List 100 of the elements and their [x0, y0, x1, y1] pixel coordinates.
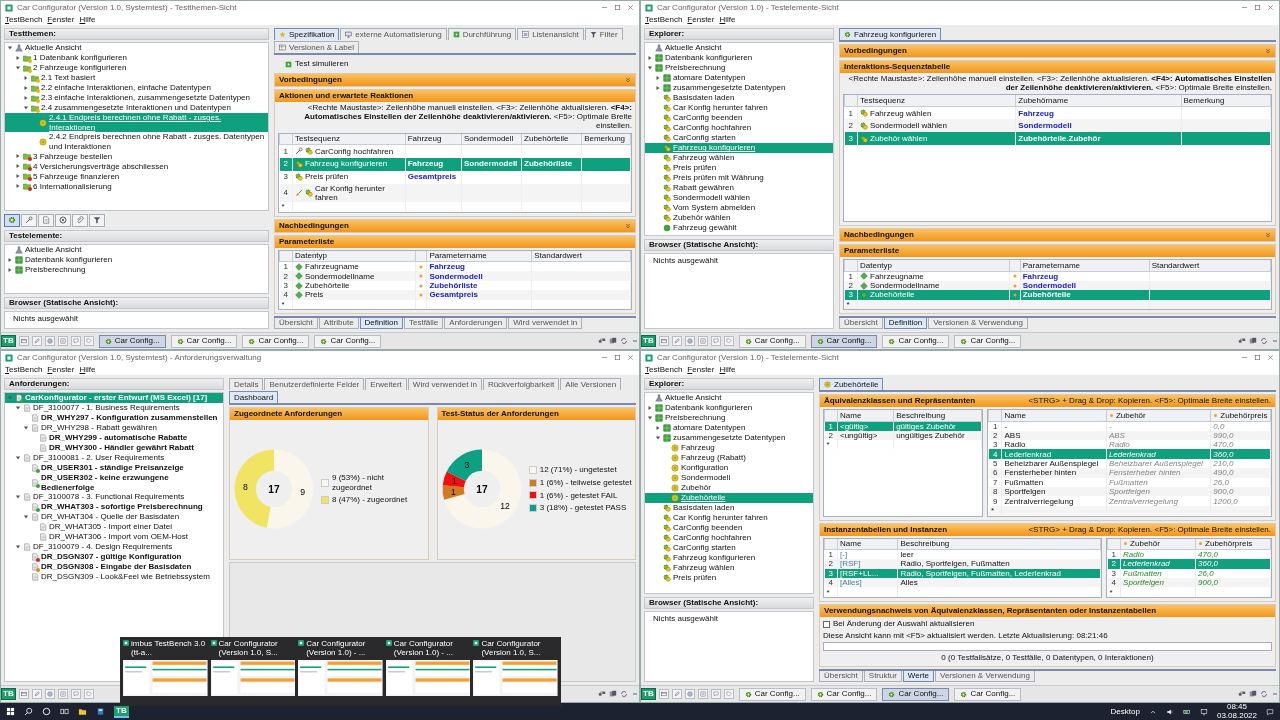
- tree-item[interactable]: Fahrzeug wählen: [645, 153, 833, 163]
- tree-item[interactable]: DR_WHY299 - automatische Rabatte: [5, 433, 223, 443]
- table-row[interactable]: 3 Preis prüfen Gesamtpreis: [279, 170, 631, 184]
- tab[interactable]: Details: [229, 378, 264, 390]
- tree-item[interactable]: Datenbank konfigurieren: [5, 254, 268, 265]
- tool-button[interactable]: [89, 213, 105, 227]
- tab[interactable]: Dashboard: [229, 391, 279, 403]
- tree-item[interactable]: Basisdaten laden: [645, 503, 813, 513]
- tab[interactable]: externe Automatisierung: [340, 28, 447, 40]
- table-row[interactable]: 2 Sondermodell wählen Sondermodell: [844, 119, 1271, 133]
- window-icon[interactable]: [18, 689, 29, 699]
- tab[interactable]: Rückverfolgbarkeit: [482, 378, 560, 390]
- toolbar-button[interactable]: Test simulieren: [282, 58, 352, 70]
- column-header[interactable]: Datentyp: [860, 260, 893, 270]
- tree-item[interactable]: Basisdaten laden: [645, 93, 833, 103]
- tab[interactable]: Wird verwendet in: [508, 318, 583, 329]
- input-field[interactable]: [823, 642, 1272, 652]
- tree-item[interactable]: 2.2 einfache Interaktionen, einfache Datentypen: [5, 83, 268, 93]
- taskbar-button[interactable]: Car Config...: [738, 334, 806, 348]
- expander-icon[interactable]: [647, 415, 653, 421]
- tree-item[interactable]: DF_3100078 - 3. Functional Requirements: [5, 492, 223, 503]
- tree-item[interactable]: CarConfig hochfahren: [645, 533, 813, 543]
- table-row[interactable]: 1 - - 0,0: [989, 421, 1271, 431]
- table-row[interactable]: 4 [Alles] Alles: [824, 578, 1101, 588]
- tree-item[interactable]: DR_DSGN307 - gültige Konfiguration: [5, 552, 223, 563]
- windows-icon[interactable]: [6, 707, 15, 716]
- taskbar-button[interactable]: Car Config...: [882, 334, 950, 348]
- tree-item[interactable]: 2.3 einfache Interaktionen, zusammengesetzte Datentypen: [5, 93, 268, 103]
- tool-button[interactable]: [4, 213, 20, 227]
- tab[interactable]: Erweitert: [365, 378, 407, 390]
- tab[interactable]: Definition: [883, 318, 928, 329]
- expander-icon[interactable]: [15, 544, 21, 551]
- tree-item[interactable]: Preisberechnung: [5, 264, 268, 275]
- expander-icon[interactable]: [23, 95, 29, 101]
- tree-item[interactable]: Preis prüfen mit Währung: [645, 173, 833, 183]
- expander-icon[interactable]: [647, 55, 653, 61]
- table-row[interactable]: 9 Zentralverriegelung Zentralverriegelung 1200,0: [989, 496, 1271, 506]
- expander-icon[interactable]: [23, 75, 29, 81]
- tree-item[interactable]: DR_WHAT305 - Import einer Datei: [5, 522, 223, 533]
- expander-icon[interactable]: [655, 425, 661, 431]
- tree-item[interactable]: Sondermodell wählen: [645, 193, 833, 203]
- taskbar-button[interactable]: Car Config...: [810, 687, 878, 701]
- tree-item[interactable]: DF_3100077 - 1. Business Requirements: [5, 403, 223, 413]
- folder-icon[interactable]: [78, 707, 87, 716]
- menu-item[interactable]: Fenster: [47, 14, 75, 25]
- tab[interactable]: Übersicht: [839, 318, 883, 329]
- tree-item[interactable]: Preisberechnung: [645, 413, 813, 423]
- menu-item[interactable]: Fenster: [47, 364, 75, 375]
- table-row[interactable]: 2 [RSF] Radio, Sportfelgen, Fußmatten: [824, 559, 1101, 569]
- tab[interactable]: Filter: [584, 28, 623, 40]
- tree-item[interactable]: 2 Fahrzeuge konfigurieren: [5, 63, 268, 73]
- taskbar-button[interactable]: Car Config...: [810, 334, 878, 348]
- checkbox[interactable]: [823, 620, 830, 628]
- expander-icon[interactable]: [23, 85, 29, 91]
- tree-item[interactable]: DR_WHAT306 - Import vom OEM-Host: [5, 532, 223, 543]
- tree-item[interactable]: CarConfig beenden: [645, 523, 813, 533]
- taskbar-button[interactable]: Car Config...: [954, 334, 1022, 348]
- tree-item[interactable]: 3 Fahrzeuge bestellen: [5, 151, 268, 162]
- tab[interactable]: Struktur: [863, 671, 902, 682]
- window-thumbnail-title[interactable]: Car Configurator (Version 1.0) - ...: [306, 640, 383, 658]
- tree-item[interactable]: DR_DSGN309 - Look&Feel wie Betriebssystem: [5, 572, 223, 583]
- expander-icon[interactable]: [15, 55, 21, 61]
- tree-item[interactable]: DR_WHAT303 - sofortige Preisberechnung: [5, 502, 223, 513]
- tree-item[interactable]: Aktuelle Ansicht: [645, 393, 813, 403]
- tab[interactable]: Fahrzeug konfigurieren: [839, 28, 942, 40]
- tree-item[interactable]: DR_WHY300 - Händler gewährt Rabatt: [5, 443, 223, 453]
- table-row[interactable]: 1 Fahrzeugname Fahrzeug: [844, 271, 1271, 281]
- tree-item[interactable]: 2.4 zusammengesetzte Interaktionen und Datentypen: [5, 103, 268, 113]
- window-icon[interactable]: [658, 336, 669, 346]
- menu-item[interactable]: TestBench: [5, 14, 43, 25]
- taskbar-button[interactable]: Car Config...: [738, 687, 806, 701]
- tree-item[interactable]: Fahrzeug konfigurieren: [645, 553, 813, 563]
- menu-item[interactable]: Hilfe: [719, 364, 736, 375]
- taskbar-button[interactable]: Car Config...: [98, 334, 166, 348]
- tab[interactable]: Durchführung: [447, 28, 517, 40]
- tree-item[interactable]: Fahrzeug gewählt: [645, 223, 833, 233]
- tree-item[interactable]: Aktuelle Ansicht: [5, 244, 268, 255]
- tree-item[interactable]: DR_WHY298 - Rabatt gewähren: [5, 423, 223, 433]
- table-row[interactable]: 4 Car Konfig herunter fahren: [279, 183, 631, 202]
- window-thumbnail-title[interactable]: Car Configurator (Version 1.0, S...: [481, 640, 558, 658]
- tree-item[interactable]: 5 Fahrzeuge finanzieren: [5, 171, 268, 182]
- tool-button[interactable]: [21, 213, 37, 227]
- expander-icon[interactable]: [23, 105, 29, 111]
- tab[interactable]: Testfälle: [403, 318, 444, 329]
- tree-item[interactable]: Preis prüfen: [645, 573, 813, 583]
- toolbar-label[interactable]: Desktop: [1110, 707, 1140, 716]
- tree-item[interactable]: Car Konfig herunter fahren: [645, 103, 833, 113]
- tool-button[interactable]: [72, 213, 88, 227]
- tree-item[interactable]: 4 Versicherungsverträge abschliessen: [5, 161, 268, 172]
- window-thumbnail-title[interactable]: Car Configurator (Version 1.0) - ...: [393, 640, 471, 658]
- expander-icon[interactable]: [647, 65, 653, 71]
- expander-icon[interactable]: [23, 514, 29, 521]
- tree-item[interactable]: CarConfig hochfahren: [645, 123, 833, 133]
- expander-icon[interactable]: [647, 405, 653, 411]
- expander-icon[interactable]: [7, 266, 13, 273]
- task-view-icon[interactable]: [60, 707, 69, 716]
- menu-item[interactable]: Fenster: [687, 364, 715, 375]
- tree-item[interactable]: 2.4.2 Endpreis berechnen ohne Rabatt - zusges. Datentypen und Interaktionen: [5, 132, 268, 152]
- expander-icon[interactable]: [15, 405, 21, 411]
- taskbar-button[interactable]: Car Config...: [954, 687, 1022, 701]
